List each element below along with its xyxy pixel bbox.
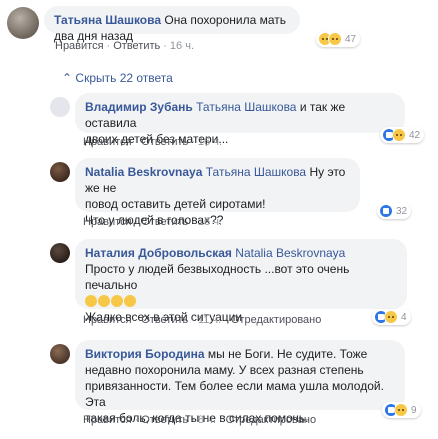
comment-actions: Нравится · Ответить · 16 ч. (83, 216, 223, 228)
comment-bubble: Татьяна Шашкова Она похоронила мать два … (44, 6, 300, 43)
reply-link[interactable]: Ответить (141, 136, 188, 148)
comment-author[interactable]: Виктория Бородина (85, 347, 205, 361)
edited-link[interactable]: Отредактировано (226, 414, 317, 426)
like-icon (379, 204, 393, 218)
avatar[interactable] (50, 344, 70, 364)
mention[interactable]: Natalia Beskrovnaya (235, 246, 345, 260)
comment-text: повод оставить детей сиротами! (85, 197, 266, 211)
reaction-count: 4 (401, 311, 407, 323)
like-link[interactable]: Нравится (83, 216, 132, 228)
avatar[interactable] (50, 162, 70, 182)
hide-replies-link[interactable]: ⌃ Скрыть 22 ответа (62, 71, 173, 85)
reaction-count: 47 (345, 33, 357, 45)
reactions-summary[interactable]: 9 (382, 402, 421, 418)
sad-icon (392, 128, 406, 142)
sad-emoji-icon (111, 295, 123, 307)
comment-text: Просто у людей безвыходность ...вот это … (85, 262, 350, 292)
reply-link[interactable]: Ответить (141, 216, 188, 228)
comment-text: мы не Боги. Не судите. Тоже (207, 347, 368, 361)
reactions-summary[interactable]: 32 (377, 203, 412, 219)
reactions-summary[interactable]: 47 (316, 31, 361, 47)
comment-bubble: Владимир Зубань Татьяна Шашкова и так же… (75, 93, 405, 146)
sad-emoji-icon (85, 295, 97, 307)
inline-emoji-row (85, 293, 397, 309)
sad-emoji-icon (124, 295, 136, 307)
reaction-count: 9 (411, 404, 417, 416)
reactions-summary[interactable]: 42 (380, 127, 425, 143)
comment-text: привязанности. Тем более если мама ушла … (85, 379, 384, 409)
timestamp[interactable]: 16 ч. (198, 216, 222, 228)
avatar[interactable] (50, 97, 70, 117)
like-link[interactable]: Нравится (83, 136, 132, 148)
timestamp[interactable]: 8 ч. (198, 414, 216, 426)
like-link[interactable]: Нравится (83, 314, 132, 326)
edited-link[interactable]: Отредактировано (231, 314, 322, 326)
timestamp[interactable]: 11 ч. (198, 314, 221, 326)
sad-icon (328, 32, 342, 46)
reply-link[interactable]: Ответить (113, 40, 160, 52)
sad-icon (384, 310, 398, 324)
comment-bubble: Наталия Добровольская Natalia Beskrovnay… (75, 239, 407, 324)
sad-icon (394, 403, 408, 417)
comment-author[interactable]: Татьяна Шашкова (54, 13, 161, 27)
timestamp[interactable]: 16 ч. (170, 40, 194, 52)
sad-emoji-icon (98, 295, 110, 307)
chevron-up-icon: ⌃ (62, 71, 73, 85)
mention[interactable]: Татьяна Шашкова (206, 165, 306, 179)
comment-bubble: Виктория Бородина мы не Боги. Не судите.… (75, 340, 405, 425)
reaction-count: 32 (396, 205, 408, 217)
reactions-summary[interactable]: 4 (372, 309, 411, 325)
comment-actions: Нравится · Ответить · 11 ч. · Отредактировано (83, 314, 322, 326)
comment-actions: Нравится · Ответить · 16 ч. (83, 136, 223, 148)
comment-actions: Нравится · Ответить · 16 ч. (55, 40, 195, 52)
reaction-count: 42 (409, 129, 421, 141)
like-link[interactable]: Нравится (55, 40, 104, 52)
comment-author[interactable]: Наталия Добровольская (85, 246, 232, 260)
comment-actions: Нравится · Ответить · 8 ч. · Отредактировано (83, 414, 317, 426)
timestamp[interactable]: 16 ч. (198, 136, 222, 148)
comment-text: недавно похоронила маму. У всех разная с… (85, 363, 364, 377)
mention[interactable]: Татьяна Шашкова (196, 100, 296, 114)
like-link[interactable]: Нравится (83, 414, 132, 426)
reply-link[interactable]: Ответить (141, 314, 188, 326)
avatar[interactable] (50, 243, 70, 263)
comment-bubble: Natalia Beskrovnaya Татьяна Шашкова Ну э… (75, 158, 360, 227)
avatar[interactable] (7, 7, 39, 39)
reply-link[interactable]: Ответить (141, 414, 188, 426)
comment-author[interactable]: Natalia Beskrovnaya (85, 165, 202, 179)
comment-author[interactable]: Владимир Зубань (85, 100, 193, 114)
